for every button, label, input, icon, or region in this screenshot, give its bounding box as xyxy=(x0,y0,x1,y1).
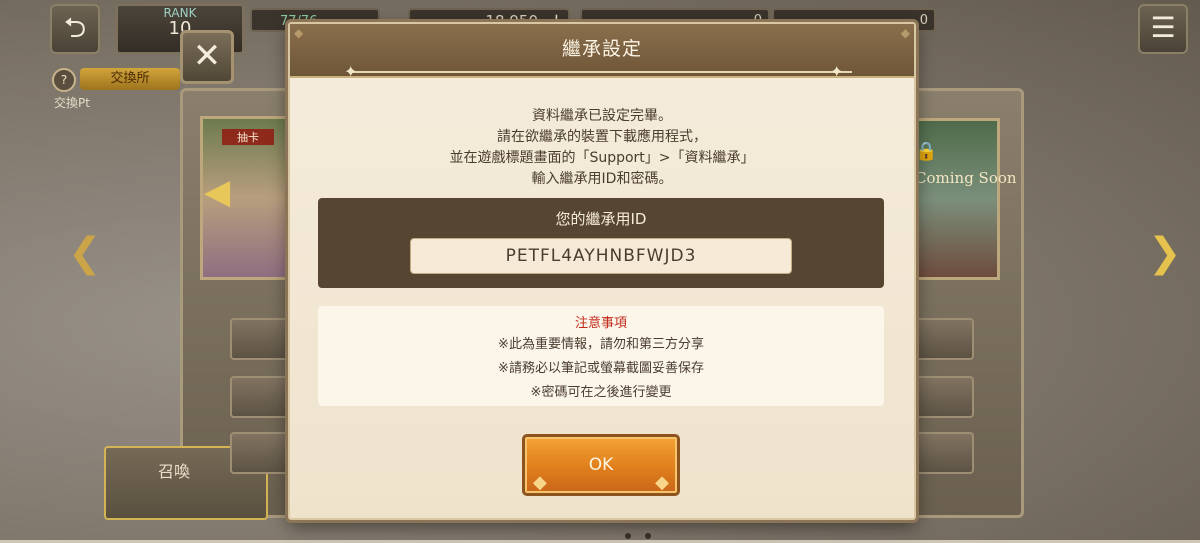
menu-button[interactable]: ☰ xyxy=(1138,4,1188,54)
exchange-pt-label: 交換Pt xyxy=(54,96,90,110)
lock-icon: 🔒 xyxy=(915,141,938,162)
page-dot xyxy=(645,533,651,539)
notice-box: 注意事項 ※此為重要情報，請勿和第三方分享 ※請務必以筆記或螢幕截圖妥善保存 ※… xyxy=(318,306,884,406)
exchange-tab[interactable]: 交換所 xyxy=(80,68,180,90)
banner-card-title: 抽卡 xyxy=(222,129,274,145)
list-row[interactable] xyxy=(914,376,974,418)
dialog-message: 資料繼承已設定完畢。 請在欲繼承的裝置下載應用程式， 並在遊戲標題畫面的「Sup… xyxy=(290,106,914,190)
header-divider xyxy=(352,71,852,73)
menu-icon: ☰ xyxy=(1150,11,1176,44)
summon-label: 召喚 xyxy=(158,462,191,481)
list-row[interactable] xyxy=(230,376,290,418)
message-line: 並在遊戲標題畫面的「Support」>「資料繼承」 xyxy=(449,150,755,166)
list-row[interactable] xyxy=(914,432,974,474)
list-row[interactable] xyxy=(230,432,290,474)
corner-ornament-icon: ◆ xyxy=(900,26,910,40)
chevron-right-icon[interactable]: ❯ xyxy=(1148,230,1182,276)
help-button[interactable]: ? xyxy=(52,68,76,92)
ok-button[interactable]: ◆ OK ◆ xyxy=(522,434,680,496)
back-arrow-icon: ⮌ xyxy=(63,11,87,44)
dialog-header: 繼承設定 ✦ ✦ xyxy=(290,24,914,81)
notice-line: ※此為重要情報，請勿和第三方分享 xyxy=(498,337,704,352)
inheritance-id-field[interactable]: PETFL4AYHNBFWJD3 xyxy=(410,238,792,274)
close-icon: ✕ xyxy=(192,36,222,76)
message-line: 請在欲繼承的裝置下載應用程式， xyxy=(497,129,707,145)
panel-chevron-left-icon[interactable]: ◀ xyxy=(204,172,230,212)
gem2-value: 0 xyxy=(919,13,928,28)
ornament-right-icon: ✦ xyxy=(830,62,844,81)
message-line: 資料繼承已設定完畢。 xyxy=(532,108,672,124)
inheritance-id-label: 您的繼承用ID xyxy=(555,210,647,228)
coming-soon-text: Coming Soon xyxy=(915,169,1017,187)
list-row[interactable] xyxy=(230,318,290,360)
inheritance-dialog: 繼承設定 ✦ ✦ ◆ ◆ 資料繼承已設定完畢。 請在欲繼承的裝置下載應用程式， … xyxy=(288,22,916,520)
dialog-title: 繼承設定 xyxy=(561,38,642,60)
message-line: 輸入繼承用ID和密碼。 xyxy=(531,171,673,187)
chevron-left-icon[interactable]: ❮ xyxy=(68,230,102,276)
diamond-ornament-icon: ◆ xyxy=(655,472,669,493)
back-button[interactable]: ⮌ xyxy=(50,4,100,54)
ornament-left-icon: ✦ xyxy=(344,62,358,81)
page-dot xyxy=(625,533,631,539)
ok-label: OK xyxy=(588,455,614,475)
inheritance-id-box: 您的繼承用ID PETFL4AYHNBFWJD3 xyxy=(318,198,884,288)
banner-card-right[interactable]: 🔒 Coming Soon xyxy=(908,118,1017,280)
diamond-ornament-icon: ◆ xyxy=(533,472,547,493)
notice-line: ※密碼可在之後進行變更 xyxy=(530,385,672,400)
corner-ornament-icon: ◆ xyxy=(294,26,304,40)
notice-title: 注意事項 xyxy=(574,316,627,331)
notice-line: ※請務必以筆記或螢幕截圖妥善保存 xyxy=(498,361,704,376)
close-button[interactable]: ✕ xyxy=(180,30,234,84)
page-indicator xyxy=(618,524,658,543)
list-row[interactable] xyxy=(914,318,974,360)
